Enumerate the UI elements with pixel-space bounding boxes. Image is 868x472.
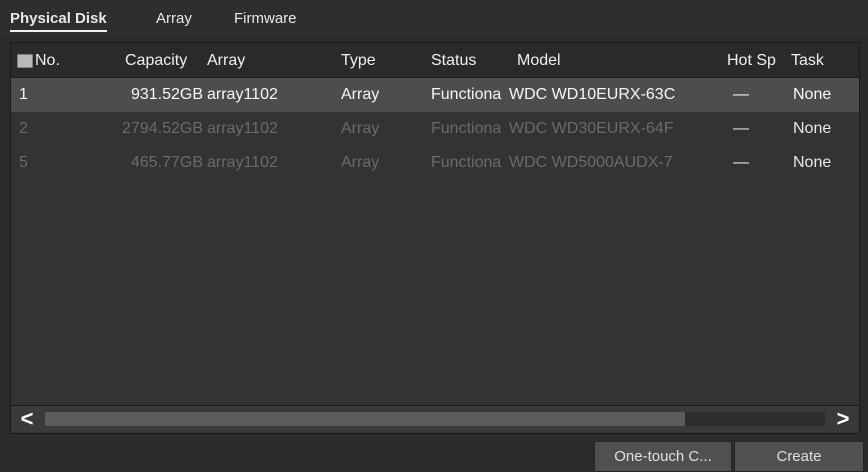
- tab-physical-disk[interactable]: Physical Disk: [10, 10, 107, 32]
- cell-model: WDC WD10EURX-63C: [509, 86, 676, 103]
- cell-model: WDC WD30EURX-64F: [509, 120, 674, 137]
- cell-type: Array: [341, 120, 380, 137]
- col-type[interactable]: Type: [341, 52, 376, 70]
- col-array[interactable]: Array: [207, 52, 245, 70]
- cell-status: Functiona: [431, 120, 502, 137]
- cell-array: array1102: [207, 120, 278, 137]
- scroll-right-icon[interactable]: >: [827, 406, 859, 432]
- scroll-left-icon[interactable]: <: [11, 406, 43, 432]
- cell-task: None: [793, 154, 832, 171]
- cell-capacity: 2794.52GB: [122, 120, 203, 137]
- cell-hot-spare: —: [733, 154, 749, 171]
- cell-task: None: [793, 120, 832, 137]
- cell-hot-spare: —: [733, 86, 749, 103]
- cell-hot-spare: —: [733, 120, 749, 137]
- cell-type: Array: [341, 154, 380, 171]
- scroll-track[interactable]: [45, 412, 825, 426]
- create-button[interactable]: Create: [734, 441, 864, 472]
- disk-table: No. Capacity Array Type Status Model Hot…: [10, 42, 860, 434]
- cell-model: WDC WD5000AUDX-7: [509, 154, 673, 171]
- select-all-checkbox[interactable]: [17, 54, 33, 68]
- cell-array: array1102: [207, 154, 278, 171]
- table-header: No. Capacity Array Type Status Model Hot…: [11, 43, 859, 78]
- cell-type: Array: [341, 86, 380, 103]
- horizontal-scrollbar[interactable]: < >: [11, 405, 859, 432]
- col-no[interactable]: No.: [35, 52, 60, 70]
- cell-no: 5: [19, 154, 28, 171]
- cell-status: Functiona: [431, 86, 502, 103]
- col-model[interactable]: Model: [517, 52, 561, 70]
- cell-no: 2: [19, 120, 28, 137]
- tab-array[interactable]: Array: [156, 10, 192, 27]
- col-capacity[interactable]: Capacity: [125, 52, 187, 70]
- table-row[interactable]: 5 465.77GB array1102 Array Functiona WDC…: [11, 146, 859, 180]
- scroll-thumb[interactable]: [45, 412, 685, 426]
- col-hot-spare[interactable]: Hot Sp: [727, 52, 781, 70]
- tab-firmware[interactable]: Firmware: [234, 10, 297, 27]
- cell-capacity: 931.52GB: [130, 86, 203, 103]
- col-status[interactable]: Status: [431, 52, 476, 70]
- cell-no: 1: [19, 86, 28, 103]
- table-row[interactable]: 2 2794.52GB array1102 Array Functiona WD…: [11, 112, 859, 146]
- col-task[interactable]: Task: [791, 52, 824, 70]
- cell-status: Functiona: [431, 154, 502, 171]
- cell-task: None: [793, 86, 832, 103]
- one-touch-config-button[interactable]: One-touch C...: [594, 441, 732, 472]
- tab-bar: Physical Disk Array Firmware: [0, 0, 868, 36]
- cell-array: array1102: [207, 86, 278, 103]
- table-row[interactable]: 1 931.52GB array1102 Array Functiona WDC…: [11, 78, 859, 112]
- cell-capacity: 465.77GB: [130, 154, 203, 171]
